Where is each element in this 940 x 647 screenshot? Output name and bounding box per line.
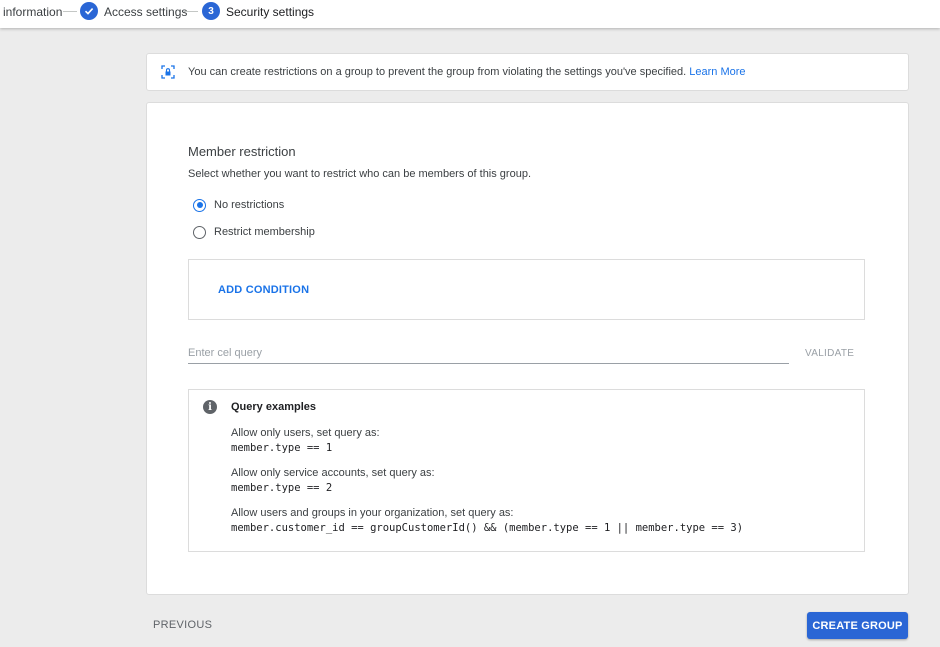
example-description: Allow only service accounts, set query a… [231,467,435,479]
check-icon [80,2,98,20]
step-connector [63,11,77,12]
radio-no-restrictions[interactable]: No restrictions [193,197,284,213]
query-examples-box: i Query examples Allow only users, set q… [188,389,865,552]
radio-button[interactable] [193,225,206,239]
lock-icon [161,65,175,79]
example-description: Allow only users, set query as: [231,427,380,439]
learn-more-link[interactable]: Learn More [689,66,745,78]
banner-text: You can create restrictions on a group t… [188,66,746,78]
example-description: Allow users and groups in your organizat… [231,507,514,519]
validate-button[interactable]: VALIDATE [805,348,854,359]
security-settings-card: Member restriction Select whether you wa… [146,102,909,595]
radio-label: Restrict membership [214,226,315,238]
step-connector [184,11,198,12]
query-examples-title: Query examples [231,401,316,413]
example-code: member.type == 1 [231,442,333,454]
step-3-badge: 3 [202,2,220,20]
add-condition-button[interactable]: ADD CONDITION [218,284,309,296]
radio-restrict-membership[interactable]: Restrict membership [193,224,315,240]
condition-box: ADD CONDITION [188,259,865,320]
info-banner: You can create restrictions on a group t… [146,53,909,91]
example-code: member.type == 2 [231,482,333,494]
radio-label: No restrictions [214,199,285,211]
step-security-settings-label: Security settings [226,5,315,19]
info-icon: i [203,400,217,414]
stepper: information Access settings 3 Security s… [0,0,940,28]
cel-query-input[interactable] [188,343,789,364]
step-access-settings-label[interactable]: Access settings [104,5,187,19]
step-information-label[interactable]: information [3,5,62,19]
previous-button[interactable]: PREVIOUS [153,619,212,631]
radio-button-checked[interactable] [193,198,206,212]
section-title: Member restriction [188,144,296,159]
create-group-button[interactable]: CREATE GROUP [807,612,908,639]
example-code: member.customer_id == groupCustomerId() … [231,522,744,534]
section-description: Select whether you want to restrict who … [188,168,531,180]
